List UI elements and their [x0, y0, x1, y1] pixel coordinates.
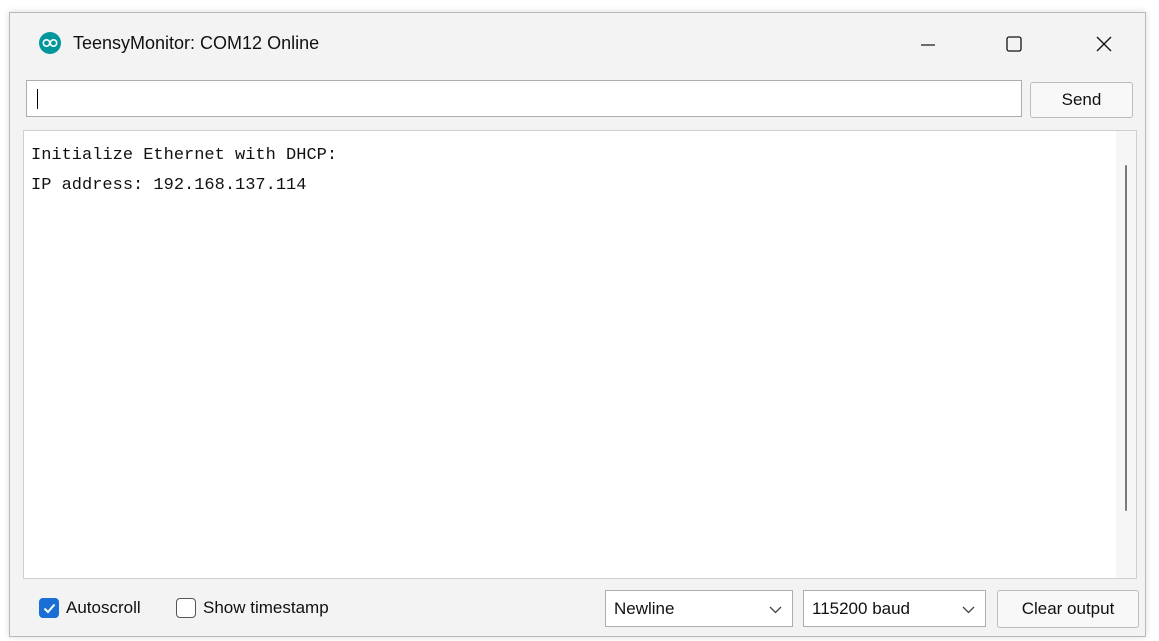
output-line: IP address: 192.168.137.114 — [31, 176, 307, 195]
line-ending-value: Newline — [614, 599, 675, 618]
serial-output-area[interactable]: Initialize Ethernet with DHCP: IP addres… — [23, 130, 1137, 579]
chevron-down-icon — [962, 606, 975, 614]
close-button[interactable] — [1074, 13, 1134, 75]
maximize-button[interactable] — [984, 13, 1044, 75]
line-ending-select[interactable]: Newline — [605, 590, 793, 627]
window-title: TeensyMonitor: COM12 Online — [73, 33, 320, 53]
send-button[interactable]: Send — [1030, 82, 1133, 118]
checkbox-checked-icon — [39, 598, 59, 618]
show-timestamp-label: Show timestamp — [203, 598, 329, 617]
checkbox-unchecked-icon — [176, 598, 196, 618]
baud-rate-value: 115200 baud — [812, 599, 911, 618]
output-lines: Initialize Ethernet with DHCP: IP addres… — [31, 145, 337, 205]
maximize-icon — [1006, 36, 1022, 52]
chevron-down-icon — [769, 606, 782, 614]
serial-monitor-window: TeensyMonitor: COM12 Online Send Initial… — [9, 12, 1146, 637]
vertical-scrollbar[interactable] — [1116, 131, 1136, 578]
minimize-icon — [921, 44, 935, 46]
arduino-app-icon — [39, 32, 61, 54]
output-line: Initialize Ethernet with DHCP: — [31, 146, 338, 165]
title-bar[interactable]: TeensyMonitor: COM12 Online — [10, 13, 1145, 75]
baud-rate-select[interactable]: 115200 baud — [803, 590, 986, 627]
autoscroll-label: Autoscroll — [66, 598, 141, 617]
scrollbar-thumb[interactable] — [1125, 165, 1127, 511]
text-caret — [37, 89, 38, 109]
send-input[interactable] — [26, 80, 1022, 117]
minimize-button[interactable] — [898, 13, 958, 75]
close-icon — [1096, 36, 1112, 52]
clear-output-button[interactable]: Clear output — [997, 590, 1139, 628]
